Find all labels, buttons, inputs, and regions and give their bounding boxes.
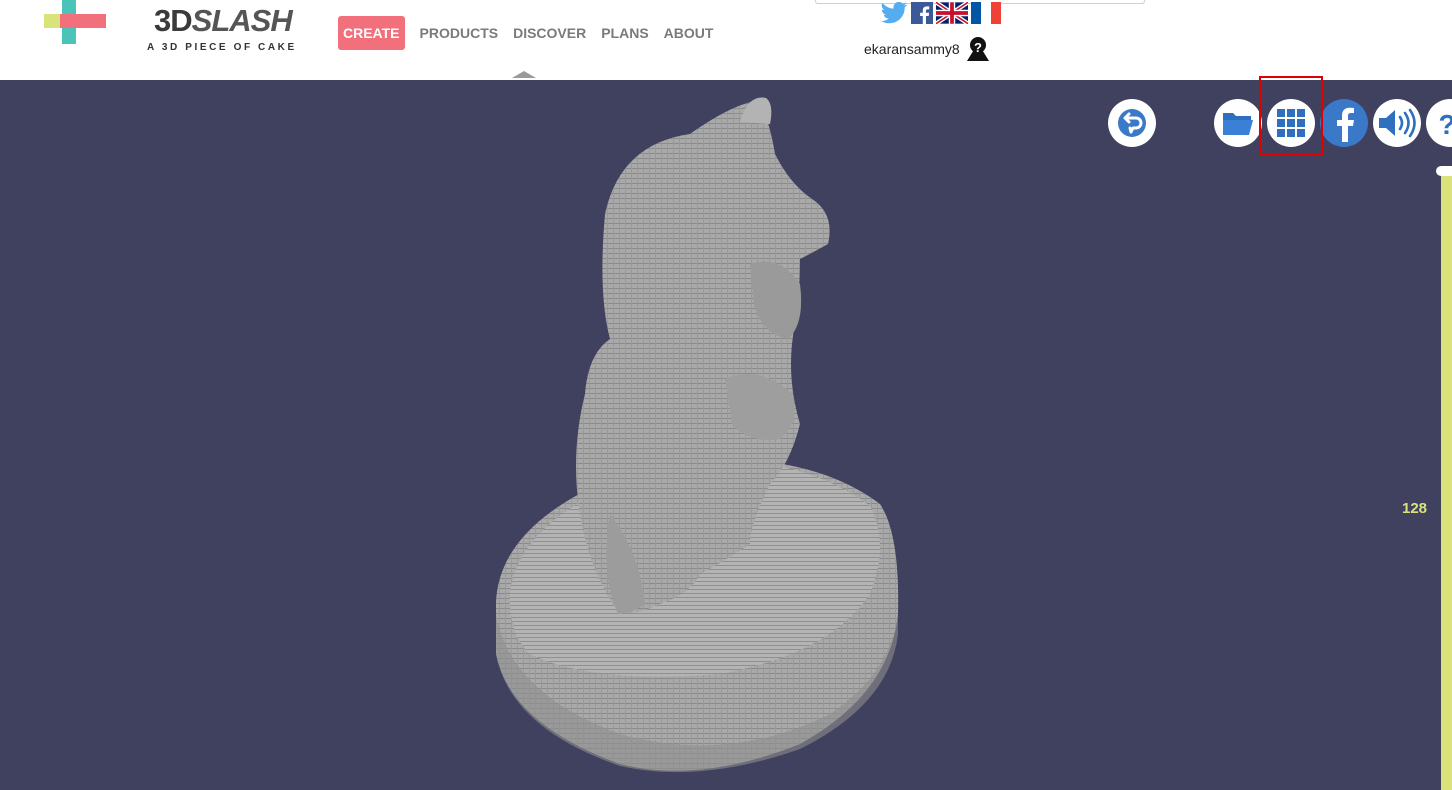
nav-dropdown-caret [512, 71, 536, 78]
3d-viewport[interactable]: ? 128 [0, 76, 1452, 790]
layer-slider-track[interactable] [1441, 172, 1452, 790]
logo-tagline: A 3D PIECE OF CAKE [147, 42, 297, 53]
layer-slider-handle[interactable] [1436, 166, 1452, 176]
svg-text:?: ? [1438, 109, 1452, 138]
undo-button[interactable] [1108, 99, 1156, 147]
sound-toggle-button[interactable] [1373, 99, 1421, 147]
help-icon: ? [1438, 109, 1452, 138]
svg-text:?: ? [974, 40, 982, 55]
nav-create[interactable]: CREATE [338, 16, 405, 50]
nav-products[interactable]: PRODUCTS [420, 25, 499, 41]
logo-mark-icon [44, 0, 106, 44]
facebook-icon[interactable] [911, 2, 933, 24]
voxel-bear-model[interactable] [470, 94, 910, 784]
france-flag-icon[interactable] [971, 2, 1001, 24]
site-header: 3DSLASH A 3D PIECE OF CAKE CREATE PRODUC… [0, 0, 1452, 80]
username: ekaransammy8 [864, 41, 960, 57]
user-help-icon[interactable]: ? [964, 35, 992, 63]
logo[interactable]: 3DSLASH A 3D PIECE OF CAKE [44, 0, 294, 60]
sound-icon [1379, 108, 1416, 138]
social-links [880, 2, 1004, 24]
twitter-icon[interactable] [880, 2, 908, 24]
share-facebook-button[interactable] [1320, 99, 1368, 147]
logo-wordmark: 3DSLASH [154, 3, 293, 38]
help-button[interactable]: ? [1426, 99, 1452, 147]
selection-highlight [1259, 76, 1323, 156]
layer-slider-value: 128 [1402, 500, 1428, 517]
open-file-button[interactable] [1214, 99, 1262, 147]
undo-icon [1118, 109, 1146, 137]
main-nav: CREATE PRODUCTS DISCOVER PLANS ABOUT [338, 16, 728, 50]
uk-flag-icon[interactable] [936, 2, 968, 24]
nav-about[interactable]: ABOUT [664, 25, 714, 41]
nav-discover[interactable]: DISCOVER [513, 25, 586, 41]
facebook-icon [1337, 107, 1354, 142]
nav-plans[interactable]: PLANS [601, 25, 648, 41]
folder-icon [1223, 113, 1253, 135]
user-menu[interactable]: ekaransammy8 ? [864, 35, 992, 63]
